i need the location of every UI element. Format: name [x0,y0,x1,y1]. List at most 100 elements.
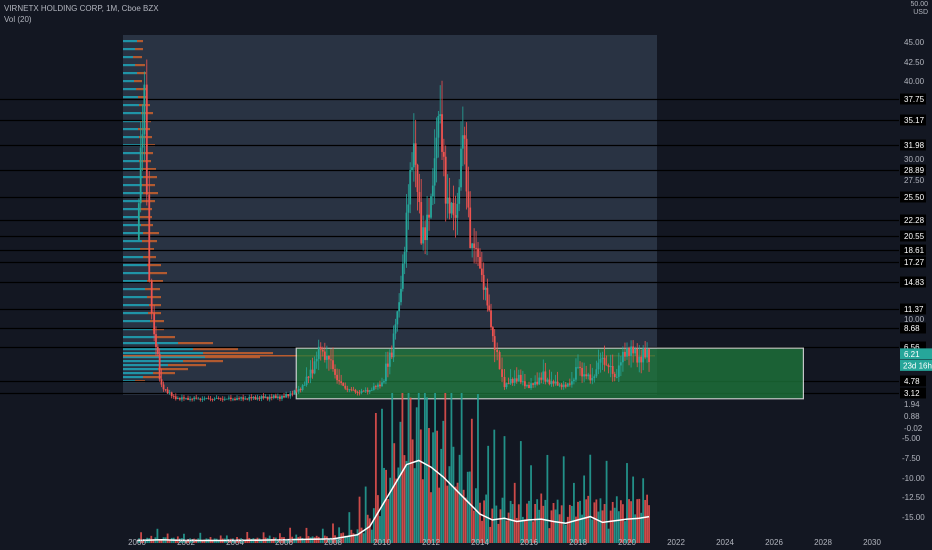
candle-body [400,288,402,303]
level-tag-text: 4.78 [904,377,920,386]
profile-bar-down [140,248,154,251]
profile-bar-up [123,184,142,187]
candle-body [396,311,399,325]
candle-body [283,395,285,398]
time-tick-label: 2014 [471,538,489,547]
candle-body [289,393,292,397]
volume-bar [583,475,586,543]
candle-body [392,333,395,358]
candle-body [431,185,434,197]
candle-body [607,365,610,368]
profile-bar-down [143,232,159,235]
candle-body [454,215,457,218]
candle-body [544,371,547,382]
candle-body [581,367,583,377]
volume-bar [460,393,463,543]
candle-body [601,357,604,359]
candle-body [444,156,447,204]
volume-bar [609,510,612,543]
chart-area[interactable]: 45.0042.5040.0035.0030.0027.5010.0037.75… [0,0,932,550]
candle-body [153,313,156,335]
candle-body [430,196,432,218]
time-tick-label: 2002 [177,538,195,547]
price-tick-label: 1.94 [904,400,920,409]
candle-body [258,397,261,399]
volume-bar [513,482,516,543]
candle-body [342,383,345,386]
candle-body [517,374,520,382]
volume-tick-label: -5.00 [902,434,921,443]
candle-body [479,257,481,269]
candle-body [583,374,586,377]
chart-canvas[interactable]: 45.0042.5040.0035.0030.0027.5010.0037.75… [0,0,932,550]
candle-body [560,384,563,388]
candle-body [189,398,191,400]
profile-bar-up [123,80,134,83]
candle-body [272,395,275,399]
candle-body [595,369,598,377]
candle-body [526,384,528,387]
volume-bar [591,519,594,543]
candle-body [435,137,438,159]
profile-bar-up [123,168,141,171]
profile-bar-down [153,372,175,375]
candle-body [461,135,464,149]
candle-body [281,395,283,399]
candle-body [458,187,461,204]
volume-bar [470,418,473,543]
candle-body [279,396,281,399]
candle-body [321,349,324,352]
candle-body [467,191,470,208]
candle-body [611,366,614,374]
candle-body [150,280,153,314]
candle-body [307,376,310,378]
candle-body [362,390,365,392]
candle-body [412,143,415,168]
profile-bar-down [135,48,143,51]
level-tag-text: 22.28 [904,216,925,225]
candle-body [496,349,499,353]
volume-bar [434,393,436,543]
candle-body [405,212,408,253]
candle-body [148,194,151,281]
candle-body [484,287,487,290]
profile-bar-up [123,96,138,99]
candle-body [352,389,355,391]
candle-body [473,243,476,248]
candle-body [213,398,216,400]
candle-body [573,379,575,382]
currency-label[interactable]: 50.00 USD [910,1,928,17]
candle-body [488,305,491,311]
candle-body [187,397,189,400]
level-tag-text: 17.27 [904,258,925,267]
profile-bar-down [141,200,155,203]
volume-bar [485,494,488,543]
candle-body [317,346,320,359]
candle-body [207,397,210,399]
volume-bar [528,500,530,543]
candle-body [519,374,522,383]
candle-body [493,336,496,350]
candle-body [465,138,468,192]
volume-indicator-label[interactable]: Vol (20) [4,14,159,25]
volume-bar [638,498,641,543]
volume-bar [507,512,510,543]
volume-bar [579,500,581,543]
profile-bar-up [123,360,183,363]
profile-bar-up [123,112,141,115]
symbol-title[interactable]: VIRNETX HOLDING CORP, 1M, Cboe BZX [4,3,159,14]
level-tag-text: 14.83 [904,278,925,287]
candle-body [155,334,157,347]
volume-bar [262,532,265,543]
volume-bar [438,487,441,543]
candle-body [568,383,571,385]
profile-bar-up [123,104,139,107]
volume-bar [401,393,404,543]
volume-bar [546,454,549,543]
candle-body [597,362,600,370]
candle-body [309,369,312,378]
volume-bar [542,505,545,543]
candle-body [442,151,445,157]
level-tag-text: 31.98 [904,141,925,150]
volume-bar [573,482,575,543]
